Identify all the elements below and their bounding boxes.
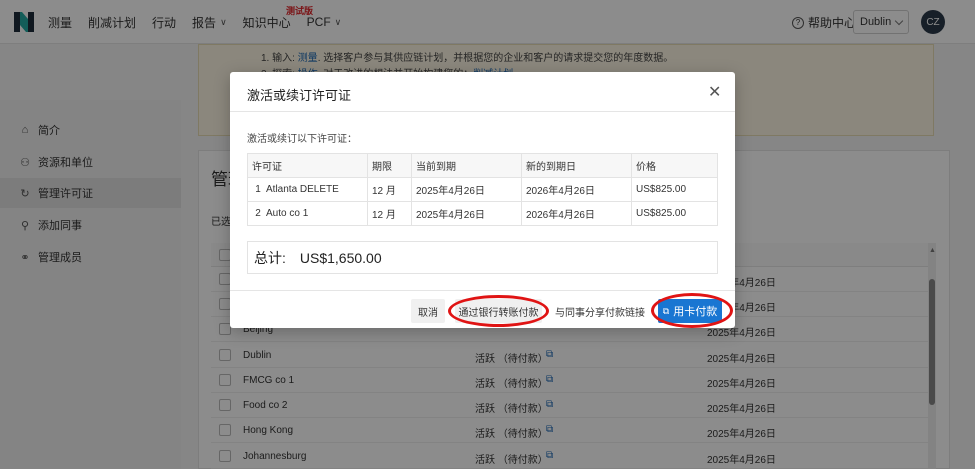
share-payment-link-button[interactable]: 与同事分享付款链接 <box>552 299 648 323</box>
license-table: 许可证 期限 当前到期 新的到期日 价格 1 Atlanta DELETE 12 … <box>247 153 718 226</box>
total-label: 总计: <box>254 249 286 266</box>
term-cell: 12 月 <box>367 201 412 226</box>
total-summary: 总计: US$1,650.00 <box>247 241 718 274</box>
price-cell: US$825.00 <box>631 177 718 202</box>
column-header: 许可证 <box>247 153 368 178</box>
column-header: 期限 <box>367 153 412 178</box>
term-cell: 12 月 <box>367 177 412 202</box>
license-cell: 2 Auto co 1 <box>247 201 368 226</box>
dialog-footer: 取消 通过银行转账付款 与同事分享付款链接 ⧉ 用卡付款 <box>230 290 735 328</box>
column-header: 新的到期日 <box>521 153 632 178</box>
current-expiry-cell: 2025年4月26日 <box>411 201 522 226</box>
table-header-row: 许可证 期限 当前到期 新的到期日 价格 <box>247 153 718 178</box>
pay-by-card-button[interactable]: ⧉ 用卡付款 <box>658 299 722 323</box>
current-expiry-cell: 2025年4月26日 <box>411 177 522 202</box>
table-row: 2 Auto co 1 12 月 2025年4月26日 2026年4月26日 US… <box>247 201 718 226</box>
table-row: 1 Atlanta DELETE 12 月 2025年4月26日 2026年4月2… <box>247 177 718 202</box>
license-cell: 1 Atlanta DELETE <box>247 177 368 202</box>
new-expiry-cell: 2026年4月26日 <box>521 177 632 202</box>
column-header: 价格 <box>631 153 718 178</box>
external-link-icon: ⧉ <box>662 305 670 316</box>
price-cell: US$825.00 <box>631 201 718 226</box>
column-header: 当前到期 <box>411 153 522 178</box>
total-amount: US$1,650.00 <box>299 249 382 266</box>
license-renewal-dialog: 激活或续订许可证 ✕ 激活或续订以下许可证： 许可证 期限 当前到期 新的到期日… <box>230 72 735 328</box>
new-expiry-cell: 2026年4月26日 <box>521 201 632 226</box>
dialog-description: 激活或续订以下许可证： <box>247 134 357 145</box>
close-icon[interactable]: ✕ <box>708 82 721 102</box>
dialog-title: 激活或续订许可证 <box>247 88 352 103</box>
cancel-button[interactable]: 取消 <box>411 299 445 323</box>
bank-transfer-button[interactable]: 通过银行转账付款 <box>455 299 542 323</box>
dialog-header: 激活或续订许可证 ✕ <box>230 72 735 112</box>
